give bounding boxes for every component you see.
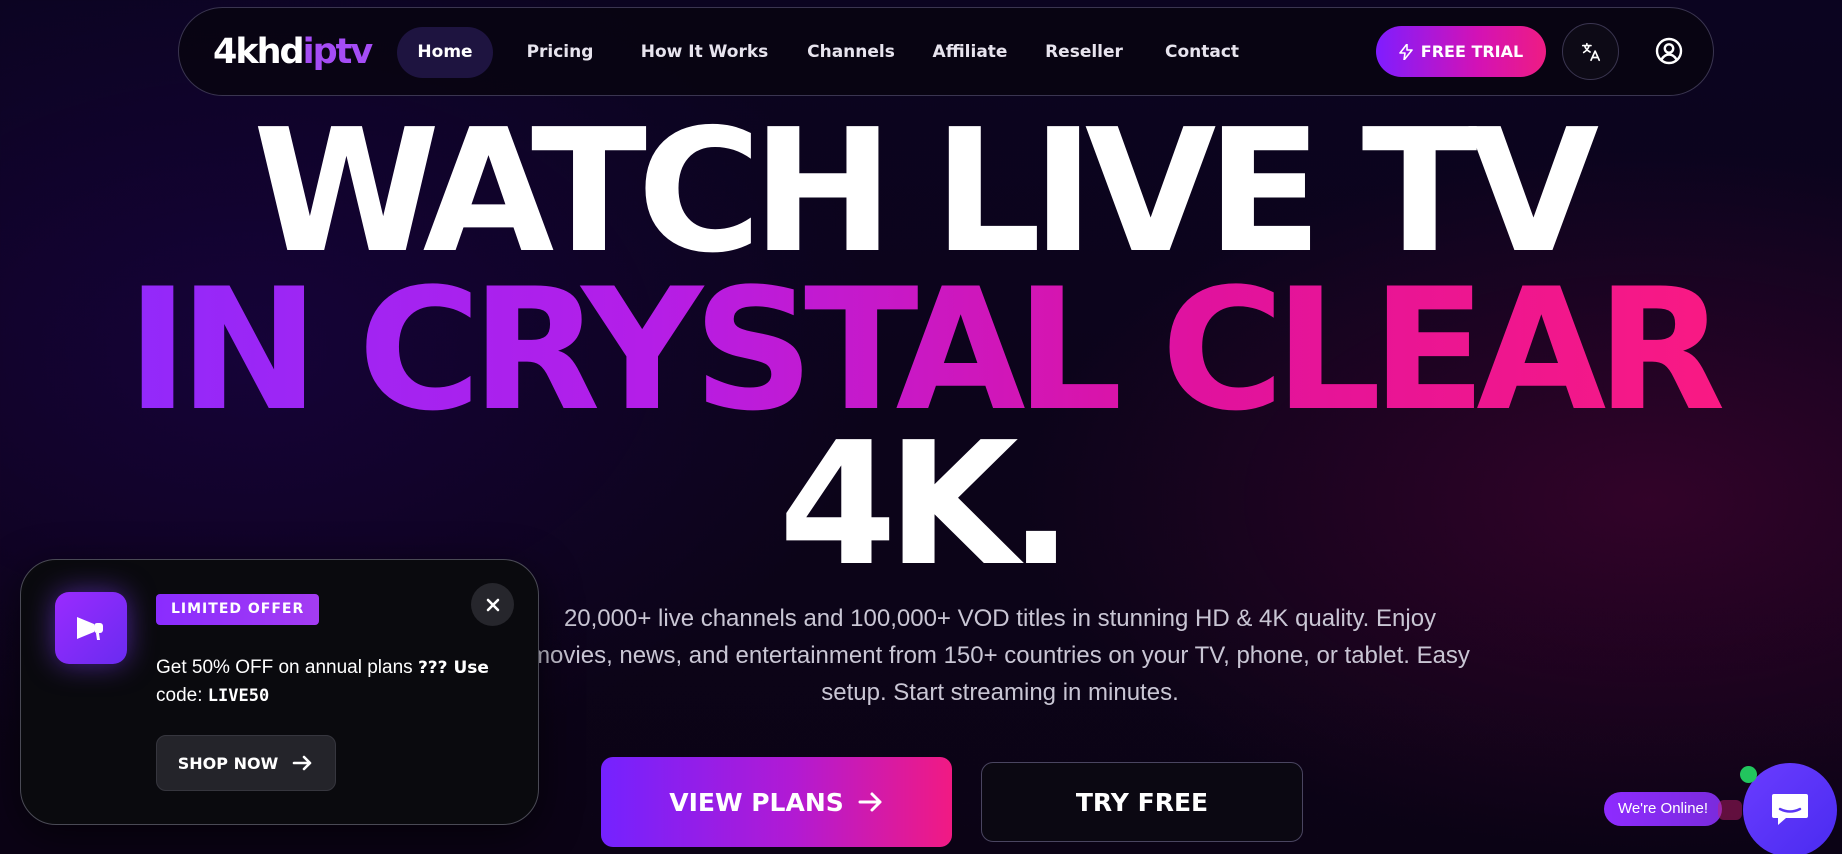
site-logo[interactable]: 4khdiptv — [213, 30, 374, 74]
hero-subtitle: 20,000+ live channels and 100,000+ VOD t… — [530, 605, 1470, 706]
megaphone-icon — [77, 617, 103, 640]
free-trial-button[interactable]: FREE TRIAL — [1376, 26, 1546, 77]
promo-icon-tile — [55, 592, 127, 664]
translate-icon — [1581, 42, 1600, 61]
nav-reseller[interactable]: Reseller — [1034, 27, 1134, 78]
promo-message-main: Get 50% OFF on annual plans — [156, 657, 418, 678]
nav-pricing[interactable]: Pricing — [507, 27, 613, 78]
promo-message: Get 50% OFF on annual plans ??? Use code… — [156, 654, 516, 710]
shop-now-label: SHOP NOW — [177, 753, 279, 773]
online-pill-tail — [1718, 800, 1742, 820]
promo-code-prefix: code: — [156, 685, 208, 706]
user-circle-icon — [1655, 37, 1683, 65]
nav-affiliate[interactable]: Affiliate — [920, 27, 1020, 78]
nav-how-it-works[interactable]: How It Works — [627, 27, 782, 78]
nav-contact[interactable]: Contact — [1148, 27, 1256, 78]
promo-code: LIVE50 — [207, 686, 270, 706]
logo-accent-text: iptv — [302, 32, 374, 72]
free-trial-label: FREE TRIAL — [1420, 42, 1524, 61]
limited-offer-badge: LIMITED OFFER — [156, 594, 320, 625]
online-status-pill[interactable]: We're Online! — [1604, 792, 1722, 826]
arrow-right-icon — [858, 792, 882, 812]
logo-main-text: 4khd — [213, 32, 305, 72]
arrow-right-icon — [292, 755, 312, 771]
online-indicator-dot — [1740, 766, 1757, 783]
view-plans-button[interactable]: VIEW PLANS — [601, 757, 952, 847]
try-free-label: TRY FREE — [1075, 787, 1209, 817]
navbar: 4khdiptv Home Pricing How It Works Chann… — [178, 7, 1714, 96]
account-button[interactable] — [1651, 33, 1687, 69]
nav-home[interactable]: Home — [397, 27, 493, 78]
close-icon — [486, 598, 499, 611]
promo-close-button[interactable] — [471, 583, 514, 626]
view-plans-label: VIEW PLANS — [669, 787, 844, 817]
chat-bubble-icon — [1772, 794, 1808, 825]
promo-popup: LIMITED OFFER Get 50% OFF on annual plan… — [20, 559, 539, 825]
hero-headline-line1: WATCH LIVE TV — [252, 93, 1599, 291]
chat-launcher-button[interactable] — [1743, 763, 1837, 854]
nav-channels[interactable]: Channels — [796, 27, 906, 78]
promo-message-bold: ??? Use — [417, 658, 489, 678]
try-free-button[interactable]: TRY FREE — [981, 762, 1303, 842]
language-button[interactable] — [1562, 23, 1619, 80]
shop-now-button[interactable]: SHOP NOW — [156, 735, 336, 791]
lightning-icon — [1398, 43, 1413, 60]
